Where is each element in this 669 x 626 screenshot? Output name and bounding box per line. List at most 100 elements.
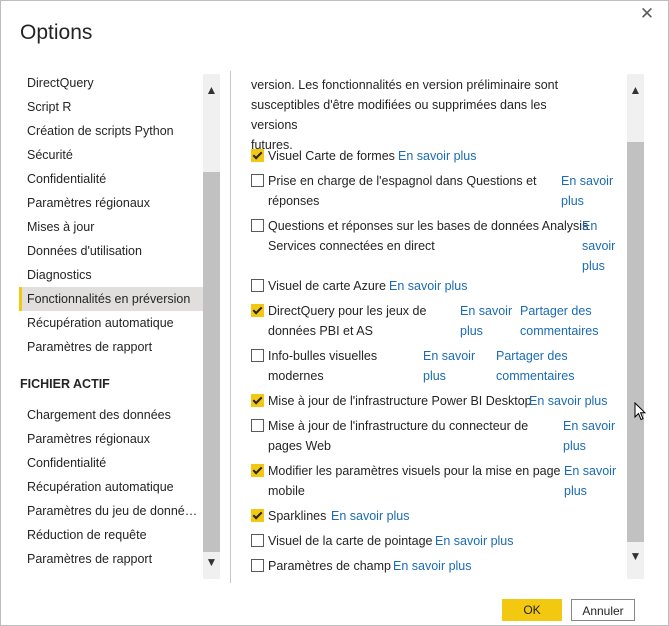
nav-item-global-2[interactable]: Création de scripts Python [19, 119, 203, 143]
feature-checkbox[interactable] [251, 149, 264, 162]
learn-more-link-line[interactable]: En savoir plus [398, 146, 477, 166]
nav-item-file-5[interactable]: Réduction de requête [19, 523, 203, 547]
preview-features-panel: version. Les fonctionnalités en version … [251, 71, 627, 581]
learn-more-link-line[interactable]: savoir [582, 236, 615, 256]
learn-more-link-line[interactable]: En savoir [564, 461, 616, 481]
nav-item-global-8[interactable]: Diagnostics [19, 263, 203, 287]
feature-label: Visuel de la carte de pointage [268, 531, 432, 551]
learn-more-link-line[interactable]: En savoir plus [435, 531, 514, 551]
ok-button[interactable]: OK [502, 599, 562, 621]
learn-more-link[interactable]: En savoir plus [435, 531, 514, 551]
feature-checkbox[interactable] [251, 464, 264, 477]
learn-more-link-line[interactable]: plus [561, 191, 613, 211]
feature-label-line: modernes [268, 369, 324, 383]
feature-checkbox[interactable] [251, 174, 264, 187]
learn-more-link[interactable]: En savoir plus [331, 506, 410, 526]
feature-label: DirectQuery pour les jeux de données PBI … [268, 301, 426, 341]
scroll-down-icon[interactable]: ▼ [203, 554, 220, 571]
nav-section-header: FICHIER ACTIF [20, 377, 110, 391]
scroll-up-icon[interactable]: ▲ [203, 82, 220, 99]
share-feedback-link-line[interactable]: commentaires [520, 321, 599, 341]
learn-more-link[interactable]: En savoir plus [561, 171, 613, 211]
feature-checkbox[interactable] [251, 349, 264, 362]
close-icon[interactable]: ✕ [637, 4, 657, 24]
feature-label-line: Modifier les paramètres visuels pour la … [268, 464, 561, 478]
feature-checkbox[interactable] [251, 534, 264, 547]
feature-label: Mise à jour de l'infrastructure Power BI… [268, 391, 532, 411]
learn-more-link-line[interactable]: plus [460, 321, 512, 341]
feature-checkbox[interactable] [251, 509, 264, 522]
feature-checkbox[interactable] [251, 419, 264, 432]
learn-more-link-line[interactable]: En savoir plus [389, 276, 468, 296]
nav-scrollbar-thumb[interactable] [203, 172, 220, 552]
share-feedback-link[interactable]: Partager des commentaires [520, 301, 599, 341]
learn-more-link-line[interactable]: plus [582, 256, 615, 276]
feature-label-line: Questions et réponses sur les bases de d… [268, 219, 589, 233]
nav-item-file-0[interactable]: Chargement des données [19, 403, 203, 427]
learn-more-link[interactable]: En savoir plus [389, 276, 468, 296]
feature-label-line: données PBI et AS [268, 324, 373, 338]
share-feedback-link-line[interactable]: Partager des [496, 346, 575, 366]
nav-item-file-3[interactable]: Récupération automatique [19, 475, 203, 499]
nav-item-file-6[interactable]: Paramètres de rapport [19, 547, 203, 571]
feature-label-line: Services connectées en direct [268, 239, 435, 253]
learn-more-link[interactable]: En savoir plus [393, 556, 472, 576]
nav-item-global-1[interactable]: Script R [19, 95, 203, 119]
feature-checkbox[interactable] [251, 219, 264, 232]
nav-item-global-0[interactable]: DirectQuery [19, 71, 203, 95]
nav-item-file-2[interactable]: Confidentialité [19, 451, 203, 475]
share-feedback-link-line[interactable]: commentaires [496, 366, 575, 386]
share-feedback-link[interactable]: Partager des commentaires [496, 346, 575, 386]
nav-item-global-5[interactable]: Paramètres régionaux [19, 191, 203, 215]
learn-more-link[interactable]: En savoir plus [529, 391, 608, 411]
learn-more-link[interactable]: En savoir plus [398, 146, 477, 166]
nav-item-global-10[interactable]: Récupération automatique [19, 311, 203, 335]
nav-item-file-4[interactable]: Paramètres du jeu de données actuel [19, 499, 203, 523]
share-feedback-link-line[interactable]: Partager des [520, 301, 599, 321]
learn-more-link-line[interactable]: En [582, 216, 615, 236]
nav-scrollbar[interactable]: ▲ ▼ [203, 74, 220, 579]
nav-item-global-4[interactable]: Confidentialité [19, 167, 203, 191]
learn-more-link-line[interactable]: En savoir plus [331, 506, 410, 526]
content-scrollbar[interactable]: ▲ ▼ [627, 74, 644, 579]
feature-checkbox[interactable] [251, 304, 264, 317]
learn-more-link-line[interactable]: En savoir [563, 416, 615, 436]
feature-label: Visuel Carte de formes [268, 146, 395, 166]
feature-label-line: Info-bulles visuelles [268, 349, 378, 363]
feature-label: Mise à jour de l'infrastructure du conne… [268, 416, 528, 456]
learn-more-link[interactable]: En savoir plus [423, 346, 475, 386]
feature-label-line: Visuel de la carte de pointage [268, 534, 433, 548]
learn-more-link-line[interactable]: plus [563, 436, 615, 456]
learn-more-link-line[interactable]: En savoir [460, 301, 512, 321]
nav-item-global-11[interactable]: Paramètres de rapport [19, 335, 203, 359]
nav-item-global-7[interactable]: Données d'utilisation [19, 239, 203, 263]
feature-label-line: Prise en charge de l'espagnol dans Quest… [268, 174, 537, 188]
feature-label-line: Mise à jour de l'infrastructure du conne… [268, 419, 529, 433]
content-scrollbar-thumb[interactable] [627, 142, 644, 542]
learn-more-link-line[interactable]: plus [564, 481, 616, 501]
learn-more-link[interactable]: En savoir plus [460, 301, 512, 341]
nav-item-global-9[interactable]: Fonctionnalités en préversion [19, 287, 203, 311]
intro-text: version. Les fonctionnalités en version … [251, 75, 591, 155]
feature-checkbox[interactable] [251, 279, 264, 292]
nav-item-global-6[interactable]: Mises à jour [19, 215, 203, 239]
feature-label: Paramètres de champ [268, 556, 391, 576]
panel-divider [230, 71, 231, 583]
scroll-down-icon[interactable]: ▼ [627, 548, 644, 565]
nav-item-file-1[interactable]: Paramètres régionaux [19, 427, 203, 451]
learn-more-link-line[interactable]: En savoir plus [529, 391, 608, 411]
learn-more-link-line[interactable]: En savoir plus [393, 556, 472, 576]
learn-more-link[interactable]: En savoir plus [564, 461, 616, 501]
cancel-button[interactable]: Annuler [571, 599, 635, 621]
intro-line: susceptibles d'être modifiées ou supprim… [251, 98, 547, 132]
scroll-up-icon[interactable]: ▲ [627, 82, 644, 99]
feature-checkbox[interactable] [251, 394, 264, 407]
learn-more-link-line[interactable]: En savoir [561, 171, 613, 191]
nav-item-global-3[interactable]: Sécurité [19, 143, 203, 167]
learn-more-link[interactable]: En savoir plus [563, 416, 615, 456]
learn-more-link[interactable]: En savoir plus [582, 216, 615, 276]
feature-checkbox[interactable] [251, 559, 264, 572]
learn-more-link-line[interactable]: En savoir [423, 346, 475, 366]
feature-label: Info-bulles visuelles modernes [268, 346, 377, 386]
learn-more-link-line[interactable]: plus [423, 366, 475, 386]
